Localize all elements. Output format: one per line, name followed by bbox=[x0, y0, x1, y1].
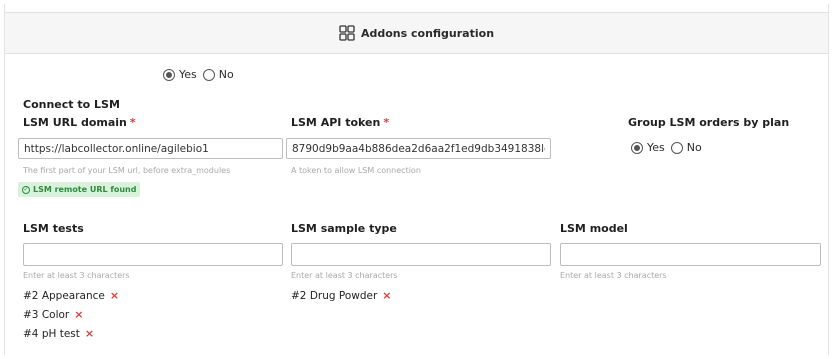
panel-title: Addons configuration bbox=[360, 26, 495, 40]
sample-type-input[interactable] bbox=[291, 243, 551, 266]
test-tag-color: #3 Color × bbox=[23, 308, 83, 321]
api-token-help: A token to allow LSM connection bbox=[291, 166, 421, 175]
group-no-label[interactable]: No bbox=[687, 141, 702, 154]
group-orders-radio-group: Yes No bbox=[631, 141, 708, 154]
url-domain-input[interactable] bbox=[18, 138, 283, 159]
connect-lsm-radio-group: Yes No bbox=[163, 68, 240, 81]
remove-tag-icon[interactable]: × bbox=[382, 289, 391, 302]
api-token-input[interactable] bbox=[286, 138, 551, 159]
check-circle-icon: ✓ bbox=[22, 185, 30, 194]
group-orders-label: Group LSM orders by plan bbox=[628, 116, 790, 129]
group-no-radio[interactable] bbox=[670, 141, 683, 154]
addons-configuration-panel: Addons configuration bbox=[4, 4, 829, 355]
required-marker: * bbox=[129, 116, 136, 129]
tag-label: #4 pH test bbox=[23, 327, 80, 340]
required-marker: * bbox=[383, 116, 390, 129]
test-tag-appearance: #2 Appearance × bbox=[23, 289, 119, 302]
panel-header: Addons configuration bbox=[5, 12, 828, 54]
tag-label: #3 Color bbox=[23, 308, 70, 321]
sample-tag-drug-powder: #2 Drug Powder × bbox=[291, 289, 392, 302]
url-domain-help: The first part of your LSM url, before e… bbox=[23, 166, 231, 175]
remove-tag-icon[interactable]: × bbox=[85, 327, 94, 340]
url-domain-label: LSM URL domain * bbox=[23, 116, 136, 129]
model-label: LSM model bbox=[560, 222, 628, 235]
url-found-text: LSM remote URL found bbox=[33, 185, 137, 194]
grid-icon bbox=[339, 25, 355, 41]
model-input[interactable] bbox=[560, 243, 821, 266]
tag-label: #2 Drug Powder bbox=[291, 289, 378, 302]
url-found-badge: ✓ LSM remote URL found bbox=[18, 182, 141, 197]
group-yes-radio[interactable] bbox=[631, 141, 643, 154]
test-tag-ph: #4 pH test × bbox=[23, 327, 94, 340]
sample-type-help: Enter at least 3 characters bbox=[291, 271, 398, 280]
model-help: Enter at least 3 characters bbox=[560, 271, 667, 280]
sample-type-label: LSM sample type bbox=[291, 222, 397, 235]
connect-lsm-label: Connect to LSM bbox=[23, 98, 120, 111]
remove-tag-icon[interactable]: × bbox=[74, 308, 83, 321]
remove-tag-icon[interactable]: × bbox=[110, 289, 119, 302]
connect-no-label[interactable]: No bbox=[219, 68, 234, 81]
url-domain-label-text: LSM URL domain bbox=[23, 116, 127, 129]
tests-help: Enter at least 3 characters bbox=[23, 271, 130, 280]
tests-input[interactable] bbox=[23, 243, 283, 266]
connect-no-radio[interactable] bbox=[202, 68, 215, 81]
connect-yes-label[interactable]: Yes bbox=[179, 68, 197, 81]
api-token-label: LSM API token * bbox=[291, 116, 389, 129]
api-token-label-text: LSM API token bbox=[291, 116, 381, 129]
tests-label: LSM tests bbox=[23, 222, 84, 235]
connect-yes-radio[interactable] bbox=[163, 68, 175, 81]
tag-label: #2 Appearance bbox=[23, 289, 105, 302]
group-yes-label[interactable]: Yes bbox=[647, 141, 665, 154]
